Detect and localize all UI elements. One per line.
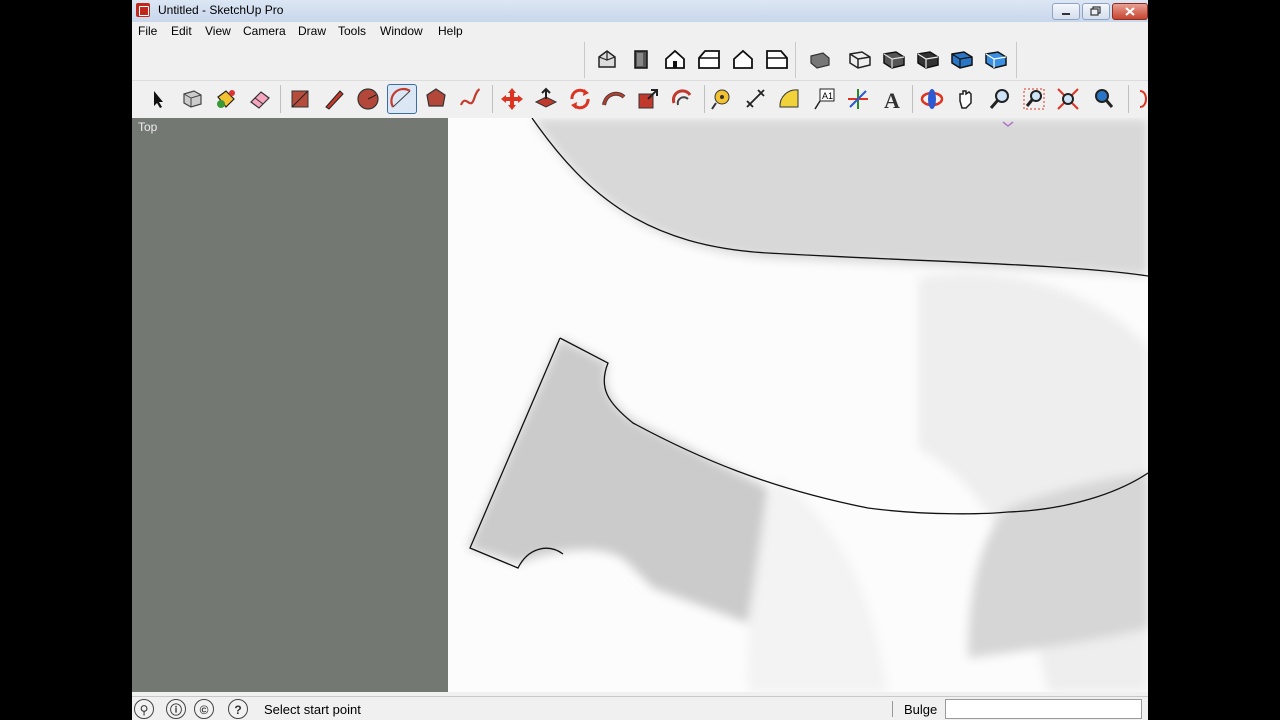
axes-icon[interactable] <box>844 85 872 113</box>
menu-edit[interactable]: Edit <box>171 24 192 38</box>
views-toolbar <box>584 42 796 78</box>
menu-tools[interactable]: Tools <box>338 24 366 38</box>
offset-icon[interactable] <box>668 85 696 113</box>
window-title: Untitled - SketchUp Pro <box>158 3 284 17</box>
front-view-icon[interactable] <box>661 46 689 74</box>
menu-bar: File Edit View Camera Draw Tools Window … <box>132 22 1148 41</box>
close-button[interactable] <box>1112 3 1148 20</box>
styles-toolbar <box>798 42 1017 78</box>
dimension-icon[interactable] <box>742 85 770 113</box>
status-bar: ⚲ ⓘ © ? Select start point Bulge <box>132 696 1148 720</box>
text-icon[interactable]: A1 <box>810 85 838 113</box>
status-message: Select start point <box>264 702 361 717</box>
rotate-icon[interactable] <box>566 85 594 113</box>
minimize-button[interactable] <box>1052 3 1080 20</box>
move-icon[interactable] <box>498 85 526 113</box>
eraser-icon[interactable] <box>246 85 274 113</box>
geo-location-icon[interactable]: ⚲ <box>134 699 154 719</box>
select-icon[interactable] <box>144 85 172 113</box>
maximize-button[interactable] <box>1082 3 1110 20</box>
sketchup-window: Untitled - SketchUp Pro File Edit View C… <box>132 0 1148 720</box>
user-account-icon[interactable]: © <box>194 699 214 719</box>
title-bar: Untitled - SketchUp Pro <box>132 0 1148 23</box>
credits-icon[interactable]: ⓘ <box>166 699 186 719</box>
freehand-icon[interactable] <box>456 85 484 113</box>
zoom-window-icon[interactable] <box>1020 85 1048 113</box>
more-tools-icon[interactable] <box>1134 85 1148 113</box>
menu-view[interactable]: View <box>205 24 231 38</box>
zoom-icon[interactable] <box>986 85 1014 113</box>
make-component-icon[interactable] <box>178 85 206 113</box>
sketchup-app-icon[interactable] <box>136 3 150 17</box>
push-pull-icon[interactable] <box>532 85 560 113</box>
svg-text:A1: A1 <box>822 91 833 101</box>
drawing-viewport[interactable]: Top <box>132 118 1148 692</box>
polygon-icon[interactable] <box>422 85 450 113</box>
3d-text-icon[interactable]: A <box>878 85 906 113</box>
xray-icon[interactable] <box>806 46 834 74</box>
follow-me-icon[interactable] <box>600 85 628 113</box>
circle-icon[interactable] <box>354 85 382 113</box>
right-view-icon[interactable] <box>695 46 723 74</box>
zoom-extents-icon[interactable] <box>1054 85 1082 113</box>
previous-view-icon[interactable] <box>1088 85 1116 113</box>
pan-icon[interactable] <box>952 85 980 113</box>
back-view-icon[interactable] <box>729 46 757 74</box>
measurement-label: Bulge <box>904 702 938 717</box>
menu-file[interactable]: File <box>138 24 157 38</box>
monochrome-icon[interactable] <box>982 46 1010 74</box>
orbit-icon[interactable] <box>918 85 946 113</box>
left-view-icon[interactable] <box>763 46 791 74</box>
protractor-icon[interactable] <box>776 85 804 113</box>
menu-window[interactable]: Window <box>380 24 423 38</box>
menu-help[interactable]: Help <box>438 24 463 38</box>
measurements-input[interactable] <box>945 699 1142 719</box>
status-separator <box>892 701 893 717</box>
svg-text:A: A <box>884 88 900 113</box>
main-toolbar: A1 A <box>132 80 1148 117</box>
top-view-icon[interactable] <box>627 46 655 74</box>
view-label: Top <box>138 120 158 134</box>
shaded-textures-icon[interactable] <box>948 46 976 74</box>
model-canvas[interactable] <box>448 118 1148 692</box>
paint-bucket-icon[interactable] <box>212 85 240 113</box>
instructor-help-icon[interactable]: ? <box>228 699 248 719</box>
rectangle-icon[interactable] <box>286 85 314 113</box>
viewport-left-region: Top <box>132 118 448 692</box>
hidden-line-icon[interactable] <box>880 46 908 74</box>
menu-camera[interactable]: Camera <box>243 24 286 38</box>
pencil-line-icon[interactable] <box>320 85 348 113</box>
menu-draw[interactable]: Draw <box>298 24 326 38</box>
scale-icon[interactable] <box>634 85 662 113</box>
arc-icon[interactable] <box>387 84 417 114</box>
shaded-icon[interactable] <box>914 46 942 74</box>
wireframe-icon[interactable] <box>846 46 874 74</box>
iso-view-icon[interactable] <box>593 46 621 74</box>
tape-measure-icon[interactable] <box>708 85 736 113</box>
